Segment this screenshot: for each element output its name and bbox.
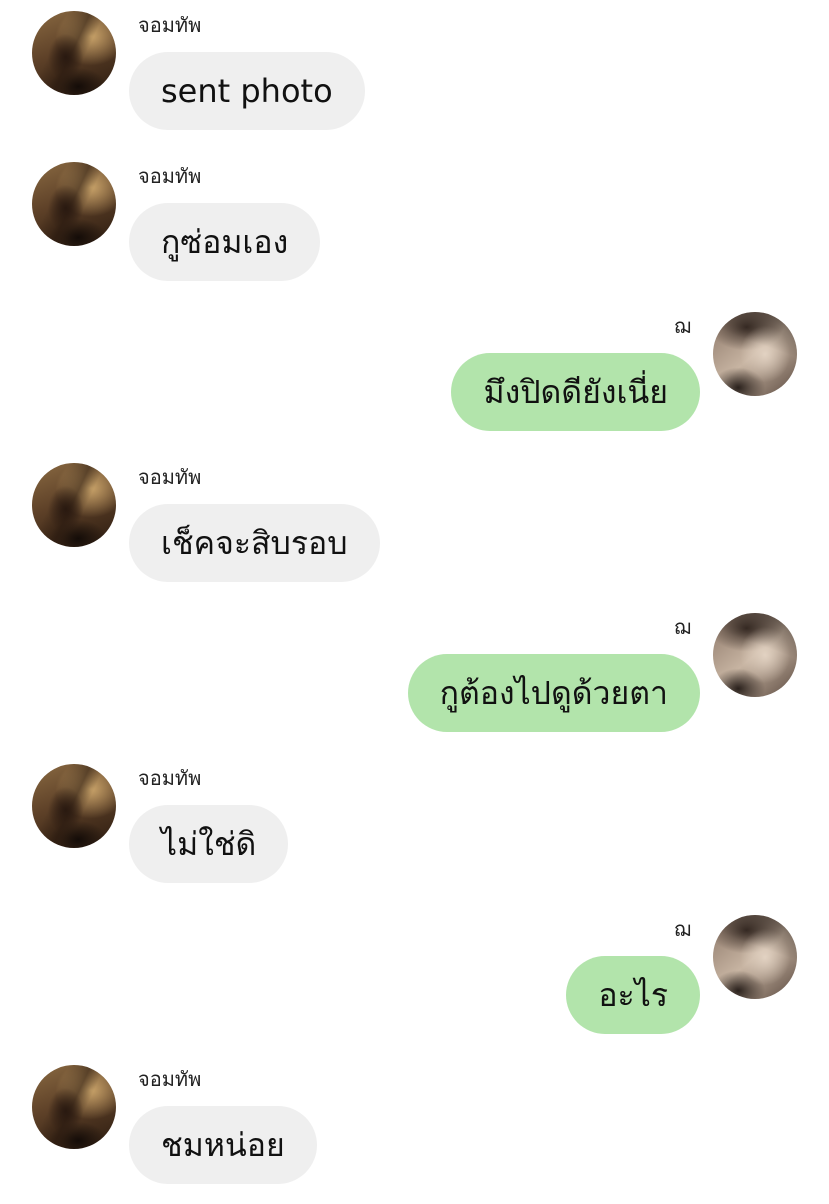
message-bubble[interactable]: ชมหน่อย [129,1106,317,1184]
message-bubble[interactable]: เช็คจะสิบรอบ [129,504,380,582]
sender-name: จอมทัพ [138,465,202,489]
sender-name: จอมทัพ [138,766,202,790]
message-incoming: จอมทัพ กูซ่อมเอง [0,151,829,301]
message-bubble[interactable]: อะไร [566,956,700,1034]
sender-avatar[interactable] [32,764,116,848]
sender-name: ฌ [673,615,691,639]
sender-avatar[interactable] [32,162,116,246]
sender-name: ฌ [673,314,691,338]
message-outgoing: ฌ กูต้องไปดูด้วยตา [0,602,829,752]
message-bubble[interactable]: กูต้องไปดูด้วยตา [407,654,700,732]
message-bubble[interactable]: ไม่ใช่ดิ [129,805,289,883]
message-incoming: จอมทัพ เช็คจะสิบรอบ [0,452,829,602]
message-bubble[interactable]: กูซ่อมเอง [129,203,321,281]
sender-name: จอมทัพ [138,13,202,37]
sender-name: ฌ [673,917,691,941]
message-outgoing: ฌ มึงปิดดียังเนี่ย [0,301,829,451]
sender-avatar[interactable] [32,11,116,95]
sender-name: จอมทัพ [138,1067,202,1091]
sender-name: จอมทัพ [138,164,202,188]
sender-avatar[interactable] [713,915,797,999]
sender-avatar[interactable] [713,312,797,396]
message-incoming: จอมทัพ sent photo [0,0,829,150]
sender-avatar[interactable] [713,613,797,697]
message-outgoing: ฌ อะไร [0,904,829,1054]
message-bubble[interactable]: มึงปิดดียังเนี่ย [451,353,700,431]
message-incoming: จอมทัพ ไม่ใช่ดิ [0,753,829,903]
message-bubble[interactable]: sent photo [129,52,365,130]
chat-thread: จอมทัพ sent photo จอมทัพ กูซ่อมเอง ฌ มึง… [0,0,829,1200]
sender-avatar[interactable] [32,463,116,547]
message-incoming: จอมทัพ ชมหน่อย [0,1054,829,1204]
sender-avatar[interactable] [32,1065,116,1149]
